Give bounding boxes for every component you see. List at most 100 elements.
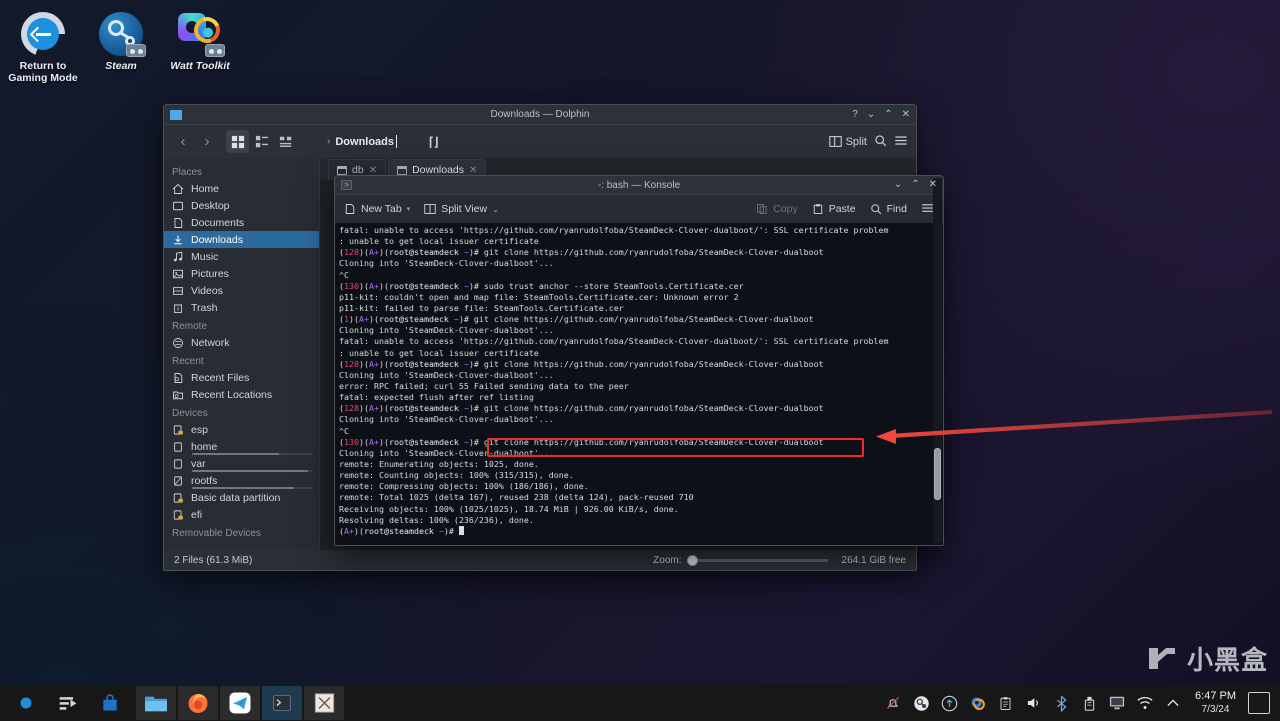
place-music[interactable]: Music (164, 248, 319, 265)
paste-label: Paste (828, 203, 856, 215)
places-panel: Places Home Desktop Documents Downloads … (164, 158, 320, 550)
show-desktop-button[interactable] (1248, 692, 1270, 714)
clock-time: 6:47 PM (1195, 690, 1236, 702)
show-hidden-icon[interactable] (1159, 688, 1187, 718)
place-label: Pictures (191, 267, 229, 280)
discover-store-button[interactable] (90, 686, 130, 720)
place-desktop[interactable]: Desktop (164, 197, 319, 214)
place-label: Desktop (191, 199, 230, 212)
place-label: Basic data partition (191, 491, 281, 504)
recent-locations-icon (172, 389, 184, 401)
close-button[interactable]: ✕ (929, 180, 937, 190)
terminal-line: Cloning into 'SteamDeck-Clover-dualboot'… (339, 369, 554, 380)
place-rootfs[interactable]: rootfs (164, 472, 319, 489)
forward-button[interactable]: › (196, 131, 218, 153)
taskbar-window-xterm[interactable] (304, 686, 344, 720)
paste-button[interactable]: Paste (812, 203, 856, 215)
place-label: Music (191, 250, 219, 263)
display-icon[interactable] (1103, 688, 1131, 718)
bluetooth-icon[interactable] (1047, 688, 1075, 718)
taskbar-window-konsole[interactable] (262, 686, 302, 720)
hamburger-menu-icon[interactable] (894, 134, 908, 150)
minimize-button[interactable]: ⌄ (894, 180, 902, 190)
zoom-slider[interactable] (686, 554, 828, 566)
tab-close-icon[interactable]: ✕ (469, 165, 477, 176)
details-view-icon[interactable] (274, 130, 297, 153)
place-label: var (191, 457, 206, 470)
watt-toolkit-tray-icon[interactable] (963, 688, 991, 718)
zoom-slider-handle[interactable] (686, 554, 698, 566)
application-launcher-button[interactable] (6, 686, 46, 720)
chevron-down-icon[interactable]: ⌄ (492, 205, 499, 214)
place-videos[interactable]: Videos (164, 282, 319, 299)
minimize-button[interactable]: ⌄ (867, 109, 875, 120)
compact-view-icon[interactable] (250, 130, 273, 153)
desktop-icon-steam[interactable]: Steam (78, 4, 164, 72)
maximize-button[interactable]: ⌃ (911, 180, 919, 190)
place-downloads[interactable]: Downloads (164, 231, 319, 248)
desktop-icon-return-to-gaming-mode[interactable]: Return to Gaming Mode (0, 4, 86, 84)
network-icon (172, 337, 184, 349)
help-button[interactable]: ? (852, 109, 858, 120)
place-basic-data-partition[interactable]: Basic data partition (164, 489, 319, 506)
place-esp[interactable]: esp (164, 421, 319, 438)
pictures-icon (172, 268, 184, 280)
breadcrumb-path[interactable]: Downloads (335, 136, 394, 148)
desktop-icon-watt-toolkit[interactable]: Watt Toolkit (157, 4, 243, 72)
place-home[interactable]: Home (164, 180, 319, 197)
location-bar[interactable]: › Downloads ⌈⌋ (327, 130, 827, 153)
taskbar-window-firefox[interactable] (178, 686, 218, 720)
place-pictures[interactable]: Pictures (164, 265, 319, 282)
locked-drive-icon (172, 492, 184, 504)
terminal-line: (A+)(root@steamdeck ~)# (339, 525, 939, 537)
back-button[interactable]: ‹ (172, 131, 194, 153)
terminal-line: (128)(A+)(root@steamdeck ~)# git clone h… (339, 247, 824, 258)
dolphin-titlebar[interactable]: Downloads — Dolphin ? ⌄ ⌃ ✕ (164, 105, 916, 125)
search-icon[interactable] (874, 134, 887, 150)
place-network[interactable]: Network (164, 334, 319, 351)
chevron-down-icon[interactable]: ▾ (407, 205, 411, 213)
place-label: Home (191, 182, 220, 195)
clock-widget[interactable]: 6:47 PM 7/3/24 (1187, 690, 1244, 716)
volume-icon[interactable] (1019, 688, 1047, 718)
konsole-window-title: -: bash — Konsole (597, 179, 681, 191)
place-home-device[interactable]: home (164, 438, 319, 455)
split-button[interactable]: Split (828, 135, 867, 148)
place-trash[interactable]: Trash (164, 299, 319, 316)
terminal-cursor (458, 525, 464, 535)
steam-icon (99, 12, 146, 57)
konsole-titlebar[interactable]: > -: bash — Konsole ⌄ ⌃ ✕ (335, 176, 943, 195)
place-recent-locations[interactable]: Recent Locations (164, 386, 319, 403)
place-var[interactable]: var (164, 455, 319, 472)
terminal-scrollbar[interactable] (933, 178, 942, 543)
usb-icon[interactable] (1075, 688, 1103, 718)
place-efi[interactable]: efi (164, 506, 319, 523)
text-caret (396, 135, 398, 148)
clipboard-icon[interactable] (991, 688, 1019, 718)
updates-icon[interactable] (935, 688, 963, 718)
wifi-icon[interactable] (1131, 688, 1159, 718)
place-documents[interactable]: Documents (164, 214, 319, 231)
steam-tray-icon[interactable] (907, 688, 935, 718)
terminal-output[interactable]: fatal: unable to access 'https://github.… (335, 223, 943, 545)
taskbar-window-telegram[interactable] (220, 686, 260, 720)
taskbar-window-dolphin[interactable] (136, 686, 176, 720)
file-count-label: 2 Files (61.3 MiB) (174, 554, 253, 566)
place-label: home (191, 440, 218, 453)
place-recent-files[interactable]: Recent Files (164, 369, 319, 386)
firefox-icon (188, 693, 208, 713)
new-tab-button[interactable]: New Tab ▾ (344, 203, 410, 215)
icons-view-icon[interactable] (226, 130, 249, 153)
maximize-button[interactable]: ⌃ (884, 109, 892, 120)
watermark-text: 小黑盒 (1186, 646, 1268, 676)
terminal-icon (273, 695, 291, 711)
find-button[interactable]: Find (870, 203, 907, 215)
split-view-button[interactable]: Split View ⌄ (424, 203, 499, 215)
scrollbar-thumb[interactable] (934, 448, 941, 500)
close-button[interactable]: ✕ (902, 109, 910, 120)
devices-group-title: Devices (172, 408, 208, 419)
tab-close-icon[interactable]: ✕ (369, 165, 377, 176)
task-switcher-button[interactable] (48, 686, 88, 720)
discover-icon (103, 694, 117, 711)
notifications-muted-icon[interactable] (879, 688, 907, 718)
